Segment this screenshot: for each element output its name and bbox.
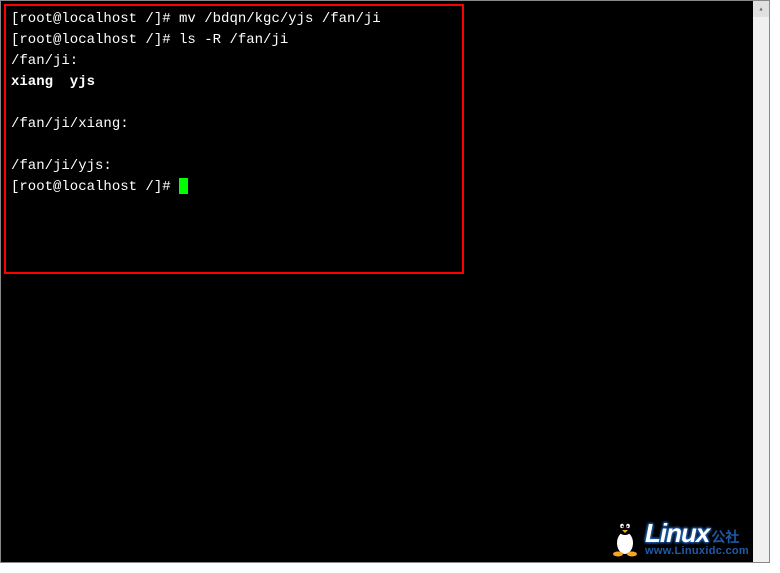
output-text: xiang yjs xyxy=(11,74,95,90)
terminal-line: /fan/ji/yjs: xyxy=(11,156,759,177)
chevron-up-icon: ▴ xyxy=(759,4,764,14)
tux-penguin-icon xyxy=(608,517,642,557)
terminal-line xyxy=(11,93,759,114)
terminal-line: [root@localhost /]# mv /bdqn/kgc/yjs /fa… xyxy=(11,9,759,30)
terminal-window: [root@localhost /]# mv /bdqn/kgc/yjs /fa… xyxy=(0,0,770,563)
scrollbar-track[interactable] xyxy=(753,1,769,562)
terminal-line: /fan/ji/xiang: xyxy=(11,114,759,135)
watermark-text: Linux 公社 www.Linuxidc.com xyxy=(645,520,749,557)
terminal-line: /fan/ji: xyxy=(11,51,759,72)
brand-name: Linux xyxy=(645,520,709,546)
prompt: [root@localhost /]# xyxy=(11,179,179,195)
prompt: [root@localhost /]# xyxy=(11,32,179,48)
command-text: mv /bdqn/kgc/yjs /fan/ji xyxy=(179,11,381,27)
command-text: ls -R /fan/ji xyxy=(179,32,288,48)
output-text: /fan/ji/yjs: xyxy=(11,158,112,174)
terminal-line: [root@localhost /]# ls -R /fan/ji xyxy=(11,30,759,51)
scrollbar-up-button[interactable]: ▴ xyxy=(753,1,769,17)
brand-suffix: 公社 xyxy=(711,530,739,544)
terminal-line xyxy=(11,135,759,156)
scrollbar[interactable]: ▴ xyxy=(753,1,769,562)
output-text: /fan/ji: xyxy=(11,53,78,69)
watermark: Linux 公社 www.Linuxidc.com xyxy=(608,517,749,557)
output-text: /fan/ji/xiang: xyxy=(11,116,129,132)
watermark-url: www.Linuxidc.com xyxy=(645,546,749,557)
terminal-line: [root@localhost /]# xyxy=(11,177,759,198)
terminal-content[interactable]: [root@localhost /]# mv /bdqn/kgc/yjs /fa… xyxy=(1,1,769,206)
prompt: [root@localhost /]# xyxy=(11,11,179,27)
terminal-line: xiang yjs xyxy=(11,72,759,93)
watermark-brand: Linux 公社 xyxy=(645,520,739,546)
cursor-icon xyxy=(179,178,188,194)
